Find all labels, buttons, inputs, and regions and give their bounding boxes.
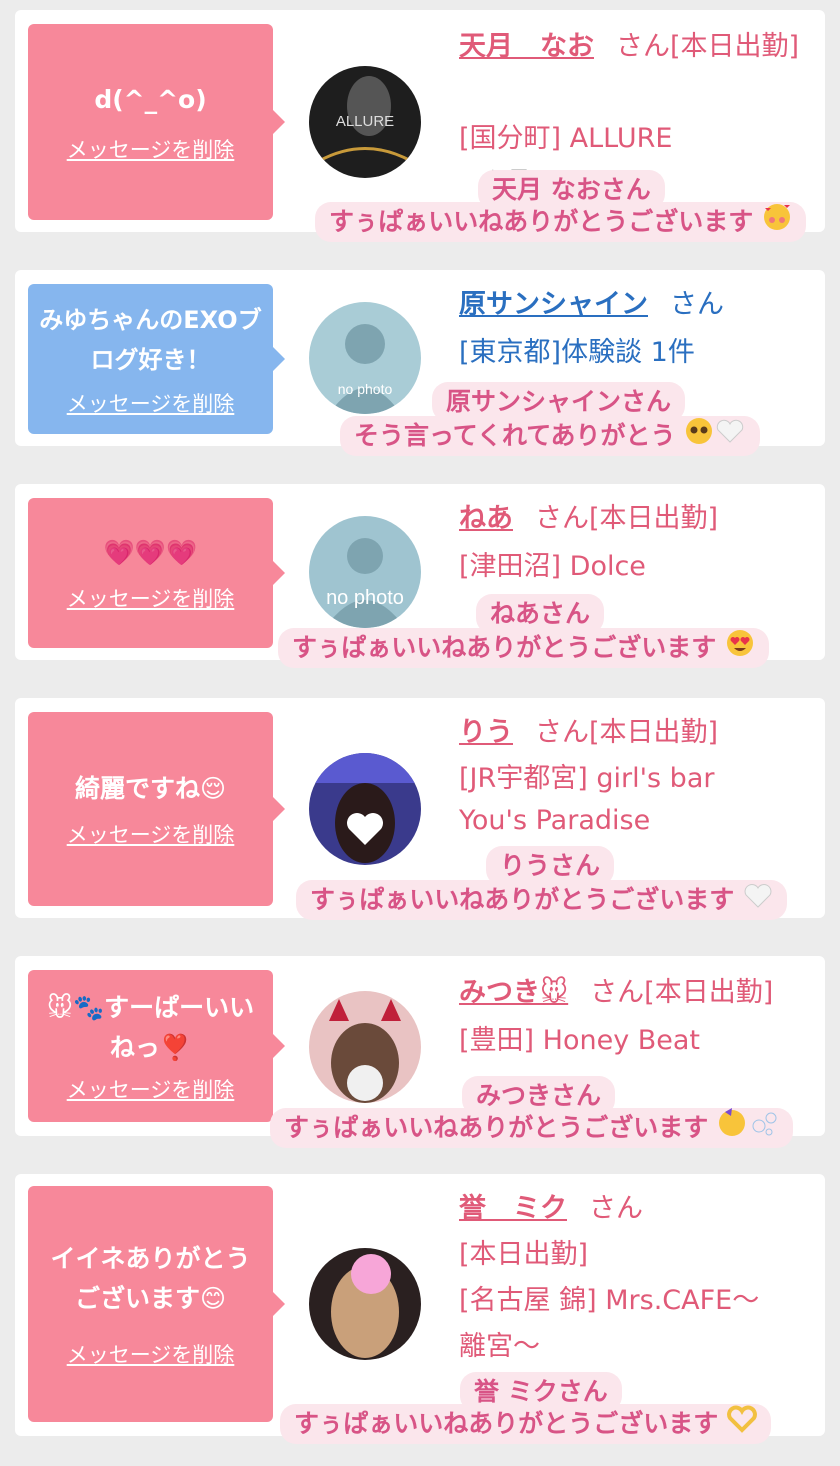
profile-info: ねあ さん[本日出勤] [津田沼] Dolce [459,496,809,590]
profile-name-link[interactable]: 原サンシャイン [459,289,648,320]
caption-text: すぅぱぁいいねありがとうございます [292,633,717,662]
caption-message: そう言ってくれてありがとう [340,416,761,458]
delete-message-link[interactable]: メッセージを削除 [67,819,235,849]
profile-name-link[interactable]: 天月 なお [459,31,594,62]
party-face-bubbles-icon [717,1108,779,1150]
profile-info: 原サンシャイン さん [東京都]体験談 1件 [459,282,809,376]
avatar[interactable] [309,753,421,865]
message-bubble: 🐭🐾すーぱーいいねっ❣️ メッセージを削除 [28,970,285,1122]
no-photo-text: no photo [338,381,393,397]
status-text: さん[本日出勤] [535,717,719,748]
caption-text: そう言ってくれてありがとう [354,421,676,450]
avatar[interactable] [309,1248,421,1360]
message-text: 💗💗💗 [103,538,198,567]
heart-eyes-icon [725,628,755,670]
shop-text: [国分町] ALLURE [459,123,673,154]
caption-message: すぅぱぁいいねありがとうございます [270,1108,793,1148]
shop-text: [豊田] Honey Beat [459,1025,701,1056]
delete-message-link[interactable]: メッセージを削除 [67,1074,235,1104]
avatar[interactable]: no photo [309,516,421,628]
profile-name-link[interactable]: りう [459,717,513,748]
delete-message-link[interactable]: メッセージを削除 [67,1339,235,1369]
caption-text: すぅぱぁいいねありがとうございます [310,885,735,914]
white-heart-icon [743,880,773,922]
shop-text-2: You's Paradise [459,805,651,836]
profile-info: りう さん[本日出勤] [JR宇都宮] girl's bar You's Para… [459,710,809,844]
avatar[interactable] [309,991,421,1103]
avatar[interactable]: ALLURE [309,66,421,178]
status-text: さん [670,289,724,320]
profile-info: 誉 ミク さん [本日出勤] [名古屋 錦] Mrs.CAFE～ 離宮～ [459,1186,809,1370]
message-bubble: d(^_^o) メッセージを削除 [28,24,285,220]
caption-text: すぅぱぁいいねありがとうございます [284,1113,709,1142]
caption-message: すぅぱぁいいねありがとうございます [278,628,769,668]
shop-text: [津田沼] Dolce [459,551,646,582]
caption-text: すぅぱぁいいねありがとうございます [329,207,754,236]
profile-name-link[interactable]: みつき🐭 [459,977,568,1008]
profile-info: 天月 なおさん[本日出勤] [国分町] ALLURE …を見る [459,24,809,186]
like-card: イイネありがとうございます😊 メッセージを削除 誉 ミク さん [本日出勤] [名… [15,1174,825,1436]
avatar[interactable]: no photo [309,302,421,414]
caption-text: すぅぱぁいいねありがとうございます [294,1409,719,1438]
shop-text: [東京都]体験談 1件 [459,337,695,368]
profile-name-link[interactable]: 誉 ミク [459,1193,567,1224]
delete-message-link[interactable]: メッセージを削除 [67,134,235,164]
message-text: d(^_^o) [94,85,207,114]
message-text: 綺麗ですね😌 [74,774,227,803]
status-text: さん[本日出勤] [616,31,800,62]
like-card: d(^_^o) メッセージを削除 ALLURE 天月 なお さん[本日出勤] [国… [15,10,825,232]
status-text: さん[本日出勤] [535,503,719,534]
caption-message: すぅぱぁいいねありがとうございます [315,202,806,242]
status-text: さん [589,1193,643,1224]
svg-text:ALLURE: ALLURE [336,113,394,130]
no-photo-text: no photo [326,587,404,609]
message-bubble: 綺麗ですね😌 メッセージを削除 [28,712,285,906]
profile-name-link[interactable]: ねあ [459,503,513,534]
profile-info: みつき🐭 さん[本日出勤] [豊田] Honey Beat [459,970,809,1064]
message-bubble: みゆちゃんのEXOブログ好き！ メッセージを削除 [28,284,285,434]
caption-message: すぅぱぁいいねありがとうございます [296,880,787,920]
heart-hands-icon [727,1404,757,1446]
delete-message-link[interactable]: メッセージを削除 [67,583,235,613]
shop-text-2: [名古屋 錦] Mrs.CAFE～ [459,1285,760,1316]
delete-message-link[interactable]: メッセージを削除 [67,388,235,418]
caption-message: すぅぱぁいいねありがとうございます [280,1404,771,1444]
message-text: 🐭🐾すーぱーいいねっ❣️ [46,993,255,1062]
message-text: みゆちゃんのEXOブログ好き！ [39,306,262,374]
shop-text: [本日出勤] [459,1239,589,1270]
status-text: さん[本日出勤] [590,977,774,1008]
message-text: イイネありがとうございます😊 [50,1244,251,1313]
shop-text: [JR宇都宮] girl's bar [459,763,715,794]
shop-text-3: 離宮～ [459,1331,540,1362]
smiling-face-with-hearts-icon [762,202,792,244]
message-bubble: イイネありがとうございます😊 メッセージを削除 [28,1186,285,1422]
message-bubble: 💗💗💗 メッセージを削除 [28,498,285,648]
pleading-face-white-heart-icon [684,416,746,458]
